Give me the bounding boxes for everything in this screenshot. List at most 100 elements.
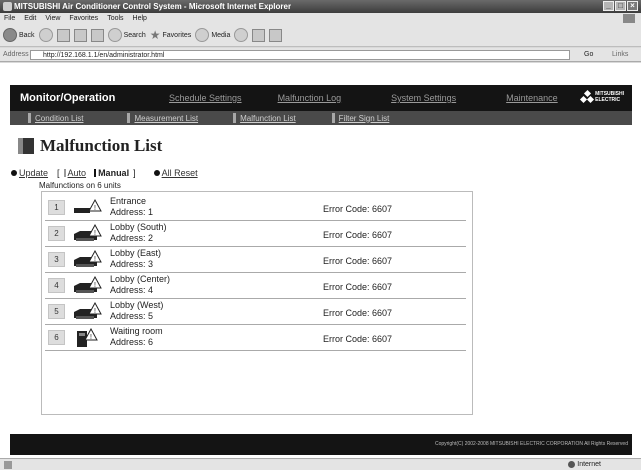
menu-edit[interactable]: Edit	[24, 13, 36, 24]
error-code: Error Code: 6607	[323, 282, 393, 292]
subnav-condition-list[interactable]: Condition List	[28, 113, 83, 123]
title-bar: MITSUBISHI Air Conditioner Control Syste…	[0, 0, 641, 13]
subnav-malfunction-list[interactable]: Malfunction List	[233, 113, 296, 123]
unit-name: Lobby (East)	[110, 248, 162, 258]
minimize-button[interactable]: _	[603, 1, 614, 11]
unit-number: 3	[48, 252, 65, 267]
cassette-unit-icon: !	[73, 223, 103, 244]
main-nav: Monitor/Operation Schedule Settings Malf…	[10, 85, 632, 111]
search-icon	[107, 28, 122, 42]
svg-text:!: !	[94, 282, 96, 289]
nav-schedule-settings[interactable]: Schedule Settings	[169, 93, 242, 103]
wall-mounted-unit-icon: !	[73, 198, 103, 218]
menu-file[interactable]: File	[4, 13, 15, 24]
window-title: MITSUBISHI Air Conditioner Control Syste…	[14, 2, 292, 11]
mitsubishi-logo: MITSUBISHI ELECTRIC	[580, 89, 624, 104]
subnav-filter-sign-list[interactable]: Filter Sign List	[331, 113, 389, 123]
malfunction-row[interactable]: 4! Lobby (Center) Address: 4 Error Code: 66…	[45, 273, 466, 299]
browser-window: MITSUBISHI Air Conditioner Control Syste…	[0, 0, 641, 470]
menu-help[interactable]: Help	[133, 13, 147, 24]
menu-view[interactable]: View	[45, 13, 60, 24]
maximize-button[interactable]: □	[615, 1, 626, 11]
unit-address: Address: 6	[110, 337, 154, 347]
unit-address: Address: 4	[110, 285, 154, 295]
windows-logo-icon	[623, 14, 635, 23]
menu-bar: File Edit View Favorites Tools Help	[0, 13, 641, 24]
unit-address: Address: 5	[110, 311, 154, 321]
malfunction-list-panel: 1! Entrance Address: 1 Error Code: 6607 2! Lo…	[41, 191, 473, 415]
media-icon	[195, 28, 210, 42]
page-title: Malfunction List	[18, 136, 162, 156]
cassette-unit-icon: !	[73, 275, 103, 296]
home-button[interactable]	[90, 28, 104, 42]
auto-link[interactable]: Auto	[63, 168, 86, 178]
page-status-icon	[4, 461, 12, 469]
nav-maintenance[interactable]: Maintenance	[506, 93, 558, 103]
links-button[interactable]: Links	[612, 48, 628, 62]
security-zone: Internet	[568, 459, 601, 470]
malfunction-row[interactable]: 2! Lobby (South) Address: 2 Error Code: 660…	[45, 221, 466, 247]
nav-monitor-operation[interactable]: Monitor/Operation	[10, 92, 150, 104]
forward-button[interactable]	[38, 28, 53, 42]
svg-text:!: !	[94, 308, 96, 315]
unit-name: Lobby (South)	[110, 222, 167, 232]
globe-icon	[568, 461, 576, 468]
list-controls: Update [ Auto Manual ] All Reset	[11, 168, 198, 178]
malfunction-count: Malfunctions on 6 units	[39, 181, 121, 190]
menu-tools[interactable]: Tools	[107, 13, 123, 24]
error-code: Error Code: 6607	[323, 256, 393, 266]
malfunction-row[interactable]: 5! Lobby (West) Address: 5 Error Code: 6607	[45, 299, 466, 325]
favorites-button[interactable]: ★ Favorites	[150, 28, 192, 42]
subnav-measurement-list[interactable]: Measurement List	[127, 113, 198, 123]
unit-address: Address: 3	[110, 259, 154, 269]
nav-system-settings[interactable]: System Settings	[391, 93, 456, 103]
cassette-unit-icon: !	[73, 249, 103, 270]
refresh-button[interactable]	[73, 28, 87, 42]
svg-text:!: !	[90, 334, 92, 341]
malfunction-row[interactable]: 1! Entrance Address: 1 Error Code: 6607	[45, 195, 466, 221]
bullet-icon	[11, 170, 17, 176]
unit-address: Address: 2	[110, 233, 154, 243]
error-code: Error Code: 6607	[323, 204, 393, 214]
unit-number: 6	[48, 330, 65, 345]
floor-standing-unit-icon: !	[73, 327, 103, 348]
star-icon: ★	[149, 28, 161, 42]
internet-explorer-icon	[3, 2, 12, 11]
address-input[interactable]: http://192.168.1.1/en/administrator.html	[30, 50, 570, 60]
copyright-text: Copyright(C) 2002-2008 MITSUBISHI ELECTR…	[434, 441, 628, 447]
all-reset-link[interactable]: All Reset	[162, 168, 198, 178]
update-link[interactable]: Update	[19, 168, 48, 178]
unit-name: Lobby (Center)	[110, 274, 171, 284]
svg-text:!: !	[94, 230, 96, 237]
back-button[interactable]: Back	[3, 28, 35, 42]
mail-button[interactable]	[252, 28, 266, 42]
svg-text:!: !	[94, 205, 96, 212]
search-button[interactable]: Search	[107, 28, 146, 42]
unit-name: Lobby (West)	[110, 300, 164, 310]
unit-name: Waiting room	[110, 326, 163, 336]
cassette-unit-icon: !	[73, 301, 103, 322]
media-button[interactable]: Media	[195, 28, 230, 42]
go-button[interactable]: Go	[584, 50, 593, 60]
error-code: Error Code: 6607	[323, 334, 393, 344]
malfunction-row[interactable]: 6! Waiting room Address: 6 Error Code: 6607	[45, 325, 466, 351]
nav-malfunction-log[interactable]: Malfunction Log	[278, 93, 342, 103]
address-label: Address	[3, 51, 29, 58]
title-square-icon	[18, 138, 34, 154]
error-code: Error Code: 6607	[323, 230, 393, 240]
bullet-icon	[153, 170, 160, 176]
status-bar: Internet	[0, 458, 641, 470]
print-button[interactable]	[269, 28, 283, 42]
history-button[interactable]	[234, 28, 249, 42]
unit-number: 5	[48, 304, 65, 319]
stop-button[interactable]	[56, 28, 70, 42]
manual-option[interactable]: Manual	[94, 168, 129, 178]
unit-number: 2	[48, 226, 65, 241]
unit-number: 4	[48, 278, 65, 293]
unit-number: 1	[48, 200, 65, 215]
menu-favorites[interactable]: Favorites	[69, 13, 98, 24]
window-controls: _ □ ×	[603, 1, 638, 11]
malfunction-row[interactable]: 3! Lobby (East) Address: 3 Error Code: 6607	[45, 247, 466, 273]
close-button[interactable]: ×	[627, 1, 638, 11]
unit-address: Address: 1	[110, 207, 154, 217]
